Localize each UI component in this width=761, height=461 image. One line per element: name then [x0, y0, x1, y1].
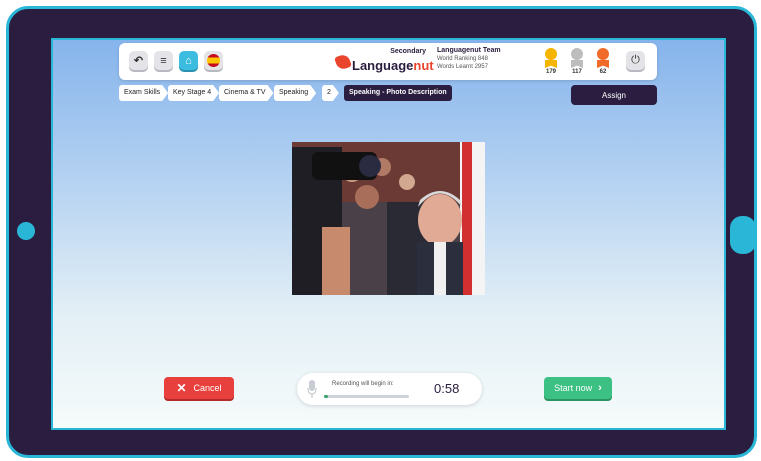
gold-medal: 179 [543, 48, 559, 75]
app-screen: ↶ ≡ ⌂ Secondary Languagenut Languagenut … [51, 38, 726, 430]
chevron-right-icon: › [598, 382, 602, 394]
spain-flag-icon[interactable] [204, 51, 223, 70]
power-icon[interactable]: ⏻ [626, 51, 645, 70]
silver-medal-count: 117 [572, 69, 582, 75]
breadcrumb-exam-skills[interactable]: Exam Skills [119, 85, 168, 101]
breadcrumb-speaking[interactable]: Speaking [274, 85, 316, 101]
start-label: Start now [554, 383, 593, 393]
logo-name-accent: nut [413, 58, 434, 73]
breadcrumb-cinema-tv[interactable]: Cinema & TV [219, 85, 274, 101]
silver-medal: 117 [569, 48, 585, 75]
home-icon[interactable]: ⌂ [179, 51, 198, 70]
top-bar: ↶ ≡ ⌂ Secondary Languagenut Languagenut … [119, 43, 657, 80]
words-learnt: Words Learnt 2957 [437, 64, 488, 70]
bronze-medal-icon [597, 48, 609, 60]
menu-icon[interactable]: ≡ [154, 51, 173, 70]
gold-medal-count: 179 [545, 69, 556, 75]
silver-medal-icon [571, 48, 583, 60]
world-ranking: World Ranking 848 [437, 56, 488, 62]
photo-image [292, 142, 485, 295]
recording-progress-fill [324, 395, 329, 398]
user-info: Languagenut Team World Ranking 848 Words… [437, 47, 501, 70]
languagenut-logo: Secondary Languagenut [334, 46, 434, 78]
assign-button[interactable]: Assign [571, 85, 657, 105]
logo-mark-icon [334, 53, 352, 71]
cancel-label: Cancel [193, 383, 222, 393]
tablet-camera [17, 222, 35, 240]
breadcrumb-level[interactable]: 2 [322, 85, 339, 101]
microphone-icon [307, 380, 317, 398]
breadcrumb-key-stage-4[interactable]: Key Stage 4 [168, 85, 219, 101]
cancel-button[interactable]: ✕ Cancel [164, 377, 234, 399]
logo-tier: Secondary [390, 48, 426, 55]
breadcrumb-current: Speaking - Photo Description [344, 85, 452, 101]
countdown-timer: 0:58 [434, 381, 460, 396]
recording-label: Recording will begin in: [332, 381, 394, 387]
recording-progress [324, 395, 409, 398]
team-name: Languagenut Team [437, 47, 501, 54]
recording-panel: Recording will begin in: 0:58 [297, 373, 482, 405]
tablet-home-button [730, 216, 756, 254]
bronze-medal-count: 62 [599, 69, 607, 75]
undo-icon[interactable]: ↶ [129, 51, 148, 70]
task-photo [292, 142, 485, 295]
logo-name: Language [352, 58, 414, 73]
start-now-button[interactable]: Start now › [544, 377, 612, 399]
bronze-medal: 62 [595, 48, 611, 75]
gold-medal-icon [545, 48, 557, 60]
close-icon: ✕ [176, 381, 187, 395]
